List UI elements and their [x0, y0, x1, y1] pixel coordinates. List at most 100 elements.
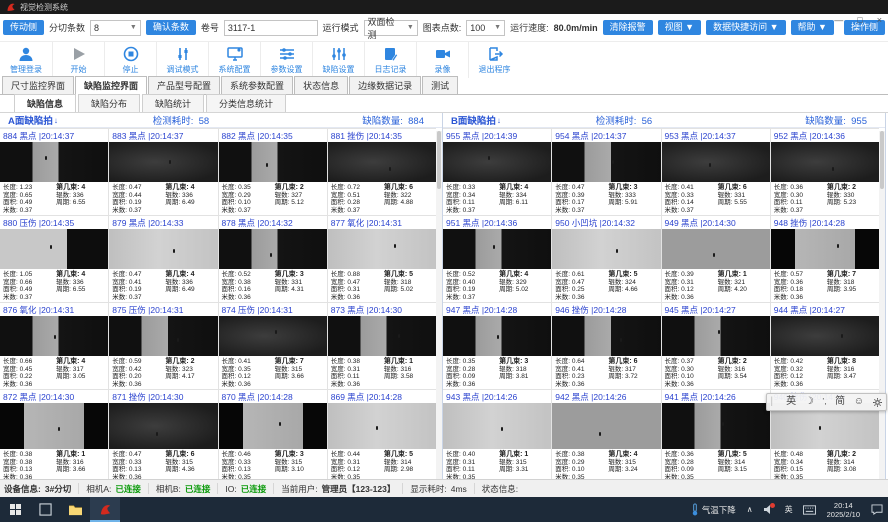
- defect-thumbnail[interactable]: [0, 142, 108, 182]
- ime-toolbar[interactable]: ▏ 英 ☽ ’, 简 ☺: [766, 393, 887, 411]
- defect-thumbnail[interactable]: [328, 316, 436, 356]
- tray-expand-button[interactable]: ∧: [742, 497, 758, 522]
- defect-cell[interactable]: 881 挫伤 |20:14:35长度: 0.72宽度: 0.51面积: 0.28…: [328, 129, 436, 215]
- task-view-button[interactable]: [30, 497, 60, 522]
- defect-thumbnail[interactable]: [109, 229, 217, 269]
- defect-thumbnail[interactable]: [219, 142, 327, 182]
- main-tab-3[interactable]: 系统参数配置: [221, 76, 293, 94]
- slit-count-select[interactable]: 8▼: [90, 20, 141, 36]
- defect-thumbnail[interactable]: [443, 229, 551, 269]
- defect-thumbnail[interactable]: [0, 403, 108, 449]
- defect-thumbnail[interactable]: [443, 142, 551, 182]
- defect-cell[interactable]: 883 黑点 |20:14:37长度: 0.47宽度: 0.44面积: 0.19…: [109, 129, 217, 215]
- defect-cell[interactable]: 870 黑点 |20:14:28长度: 0.46宽度: 0.33面积: 0.13…: [219, 390, 327, 481]
- action-monitor-button[interactable]: 系统配置: [208, 42, 260, 78]
- scrollbar-thumb[interactable]: [437, 131, 441, 189]
- weather-widget[interactable]: 气温下降: [685, 503, 742, 516]
- defect-thumbnail[interactable]: [552, 403, 660, 449]
- defect-thumbnail[interactable]: [109, 142, 217, 182]
- main-tab-1[interactable]: 缺陷监控界面: [75, 76, 147, 95]
- defect-thumbnail[interactable]: [0, 229, 108, 269]
- data-quick-access-button[interactable]: 数据快捷访问 ▼: [706, 20, 785, 35]
- chart-points-select[interactable]: 100▼: [466, 20, 505, 36]
- defect-thumbnail[interactable]: [552, 142, 660, 182]
- action-exit-button[interactable]: 退出程序: [468, 42, 520, 78]
- roll-number-input[interactable]: 3117-1: [224, 20, 318, 36]
- drive-side-button[interactable]: 传动侧: [3, 20, 44, 35]
- sub-tab-0[interactable]: 缺陷信息: [14, 94, 76, 112]
- close-button[interactable]: ×: [877, 15, 882, 25]
- defect-cell[interactable]: 882 黑点 |20:14:35长度: 0.35宽度: 0.29面积: 0.10…: [219, 129, 327, 215]
- defect-cell[interactable]: 875 压伤 |20:14:31长度: 0.59宽度: 0.42面积: 0.20…: [109, 303, 217, 389]
- inspection-app-button[interactable]: [90, 497, 120, 522]
- defect-cell[interactable]: 873 黑点 |20:14:30长度: 0.38宽度: 0.31面积: 0.11…: [328, 303, 436, 389]
- defect-cell[interactable]: 874 压伤 |20:14:31长度: 0.41宽度: 0.35面积: 0.12…: [219, 303, 327, 389]
- defect-cell[interactable]: 948 挫伤 |20:14:28长度: 0.57宽度: 0.36面积: 0.18…: [771, 216, 879, 302]
- file-explorer-button[interactable]: [60, 497, 90, 522]
- defect-thumbnail[interactable]: [662, 403, 770, 449]
- defect-cell[interactable]: 944 黑点 |20:14:27长度: 0.42宽度: 0.32面积: 0.12…: [771, 303, 879, 389]
- maximize-button[interactable]: □: [857, 15, 862, 25]
- defect-cell[interactable]: 876 氧化 |20:14:31长度: 0.66宽度: 0.45面积: 0.22…: [0, 303, 108, 389]
- defect-thumbnail[interactable]: [109, 403, 217, 449]
- sub-tab-3[interactable]: 分类信息统计: [206, 94, 286, 112]
- defect-cell[interactable]: 880 压伤 |20:14:35长度: 1.05宽度: 0.66面积: 0.49…: [0, 216, 108, 302]
- defect-cell[interactable]: 952 黑点 |20:14:36长度: 0.36宽度: 0.30面积: 0.11…: [771, 129, 879, 215]
- defect-cell[interactable]: 951 黑点 |20:14:36长度: 0.52宽度: 0.40面积: 0.19…: [443, 216, 551, 302]
- ime-punctuation-toggle[interactable]: ’,: [822, 398, 826, 406]
- minimize-button[interactable]: —: [834, 15, 843, 25]
- defect-thumbnail[interactable]: [662, 142, 770, 182]
- start-button[interactable]: [0, 497, 30, 522]
- defect-thumbnail[interactable]: [328, 229, 436, 269]
- defect-thumbnail[interactable]: [771, 316, 879, 356]
- defect-thumbnail[interactable]: [219, 229, 327, 269]
- scrollbar-thumb[interactable]: [880, 131, 884, 189]
- defect-thumbnail[interactable]: [109, 316, 217, 356]
- defect-thumbnail[interactable]: [662, 316, 770, 356]
- defect-cell[interactable]: 941 黑点 |20:14:26长度: 0.36宽度: 0.28面积: 0.09…: [662, 390, 770, 481]
- panel-scrollbar[interactable]: [879, 131, 885, 479]
- sub-tab-1[interactable]: 缺陷分布: [78, 94, 140, 112]
- defect-thumbnail[interactable]: [771, 142, 879, 182]
- help-menu-button[interactable]: 帮助 ▼: [791, 20, 834, 35]
- ime-lang-toggle[interactable]: 英: [786, 397, 796, 407]
- touch-keyboard-button[interactable]: [798, 497, 821, 522]
- view-menu-button[interactable]: 视图 ▼: [658, 20, 701, 35]
- defect-thumbnail[interactable]: [443, 403, 551, 449]
- main-tab-2[interactable]: 产品型号配置: [148, 76, 220, 94]
- action-camera-button[interactable]: 录像: [416, 42, 468, 78]
- defect-cell[interactable]: 884 黑点 |20:14:37长度: 1.23宽度: 0.65面积: 0.49…: [0, 129, 108, 215]
- main-tab-4[interactable]: 状态信息: [294, 76, 348, 94]
- defect-thumbnail[interactable]: [552, 316, 660, 356]
- confirm-count-button[interactable]: 确认条数: [146, 20, 196, 35]
- defect-thumbnail[interactable]: [219, 403, 327, 449]
- main-tab-0[interactable]: 尺寸监控界面: [2, 76, 74, 94]
- defect-cell[interactable]: 879 黑点 |20:14:33长度: 0.47宽度: 0.41面积: 0.19…: [109, 216, 217, 302]
- defect-thumbnail[interactable]: [771, 229, 879, 269]
- defect-cell[interactable]: 942 黑点 |20:14:26长度: 0.38宽度: 0.29面积: 0.10…: [552, 390, 660, 481]
- action-debug-sliders-button[interactable]: 调试模式: [156, 42, 208, 78]
- sub-tab-2[interactable]: 缺陷统计: [142, 94, 204, 112]
- action-stop-button[interactable]: 停止: [104, 42, 156, 78]
- defect-cell[interactable]: 954 黑点 |20:14:37长度: 0.47宽度: 0.39面积: 0.17…: [552, 129, 660, 215]
- action-center-button[interactable]: [866, 497, 888, 522]
- action-tune-button[interactable]: 参数设置: [260, 42, 312, 78]
- action-play-button[interactable]: 开始: [52, 42, 104, 78]
- defect-thumbnail[interactable]: [328, 142, 436, 182]
- action-user-button[interactable]: 管理登录: [0, 42, 52, 78]
- defect-cell[interactable]: 869 黑点 |20:14:28长度: 0.44宽度: 0.31面积: 0.12…: [328, 390, 436, 481]
- defect-cell[interactable]: 950 小凹坑 |20:14:32长度: 0.61宽度: 0.47面积: 0.2…: [552, 216, 660, 302]
- action-log-button[interactable]: 日志记录: [364, 42, 416, 78]
- gear-icon[interactable]: [873, 398, 882, 407]
- defect-thumbnail[interactable]: [552, 229, 660, 269]
- defect-cell[interactable]: 943 黑点 |20:14:26长度: 0.40宽度: 0.31面积: 0.11…: [443, 390, 551, 481]
- defect-cell[interactable]: 946 挫伤 |20:14:28长度: 0.64宽度: 0.41面积: 0.23…: [552, 303, 660, 389]
- defect-thumbnail[interactable]: [443, 316, 551, 356]
- main-tab-6[interactable]: 测试: [422, 76, 458, 94]
- language-indicator[interactable]: 英: [780, 497, 798, 522]
- defect-thumbnail[interactable]: [328, 403, 436, 449]
- taskbar-clock[interactable]: 20:14 2025/2/10: [821, 501, 866, 519]
- defect-cell[interactable]: 949 黑点 |20:14:30长度: 0.39宽度: 0.31面积: 0.12…: [662, 216, 770, 302]
- defect-cell[interactable]: 872 黑点 |20:14:30长度: 0.38宽度: 0.38面积: 0.13…: [0, 390, 108, 481]
- action-defect-sliders-button[interactable]: 缺陷设置: [312, 42, 364, 78]
